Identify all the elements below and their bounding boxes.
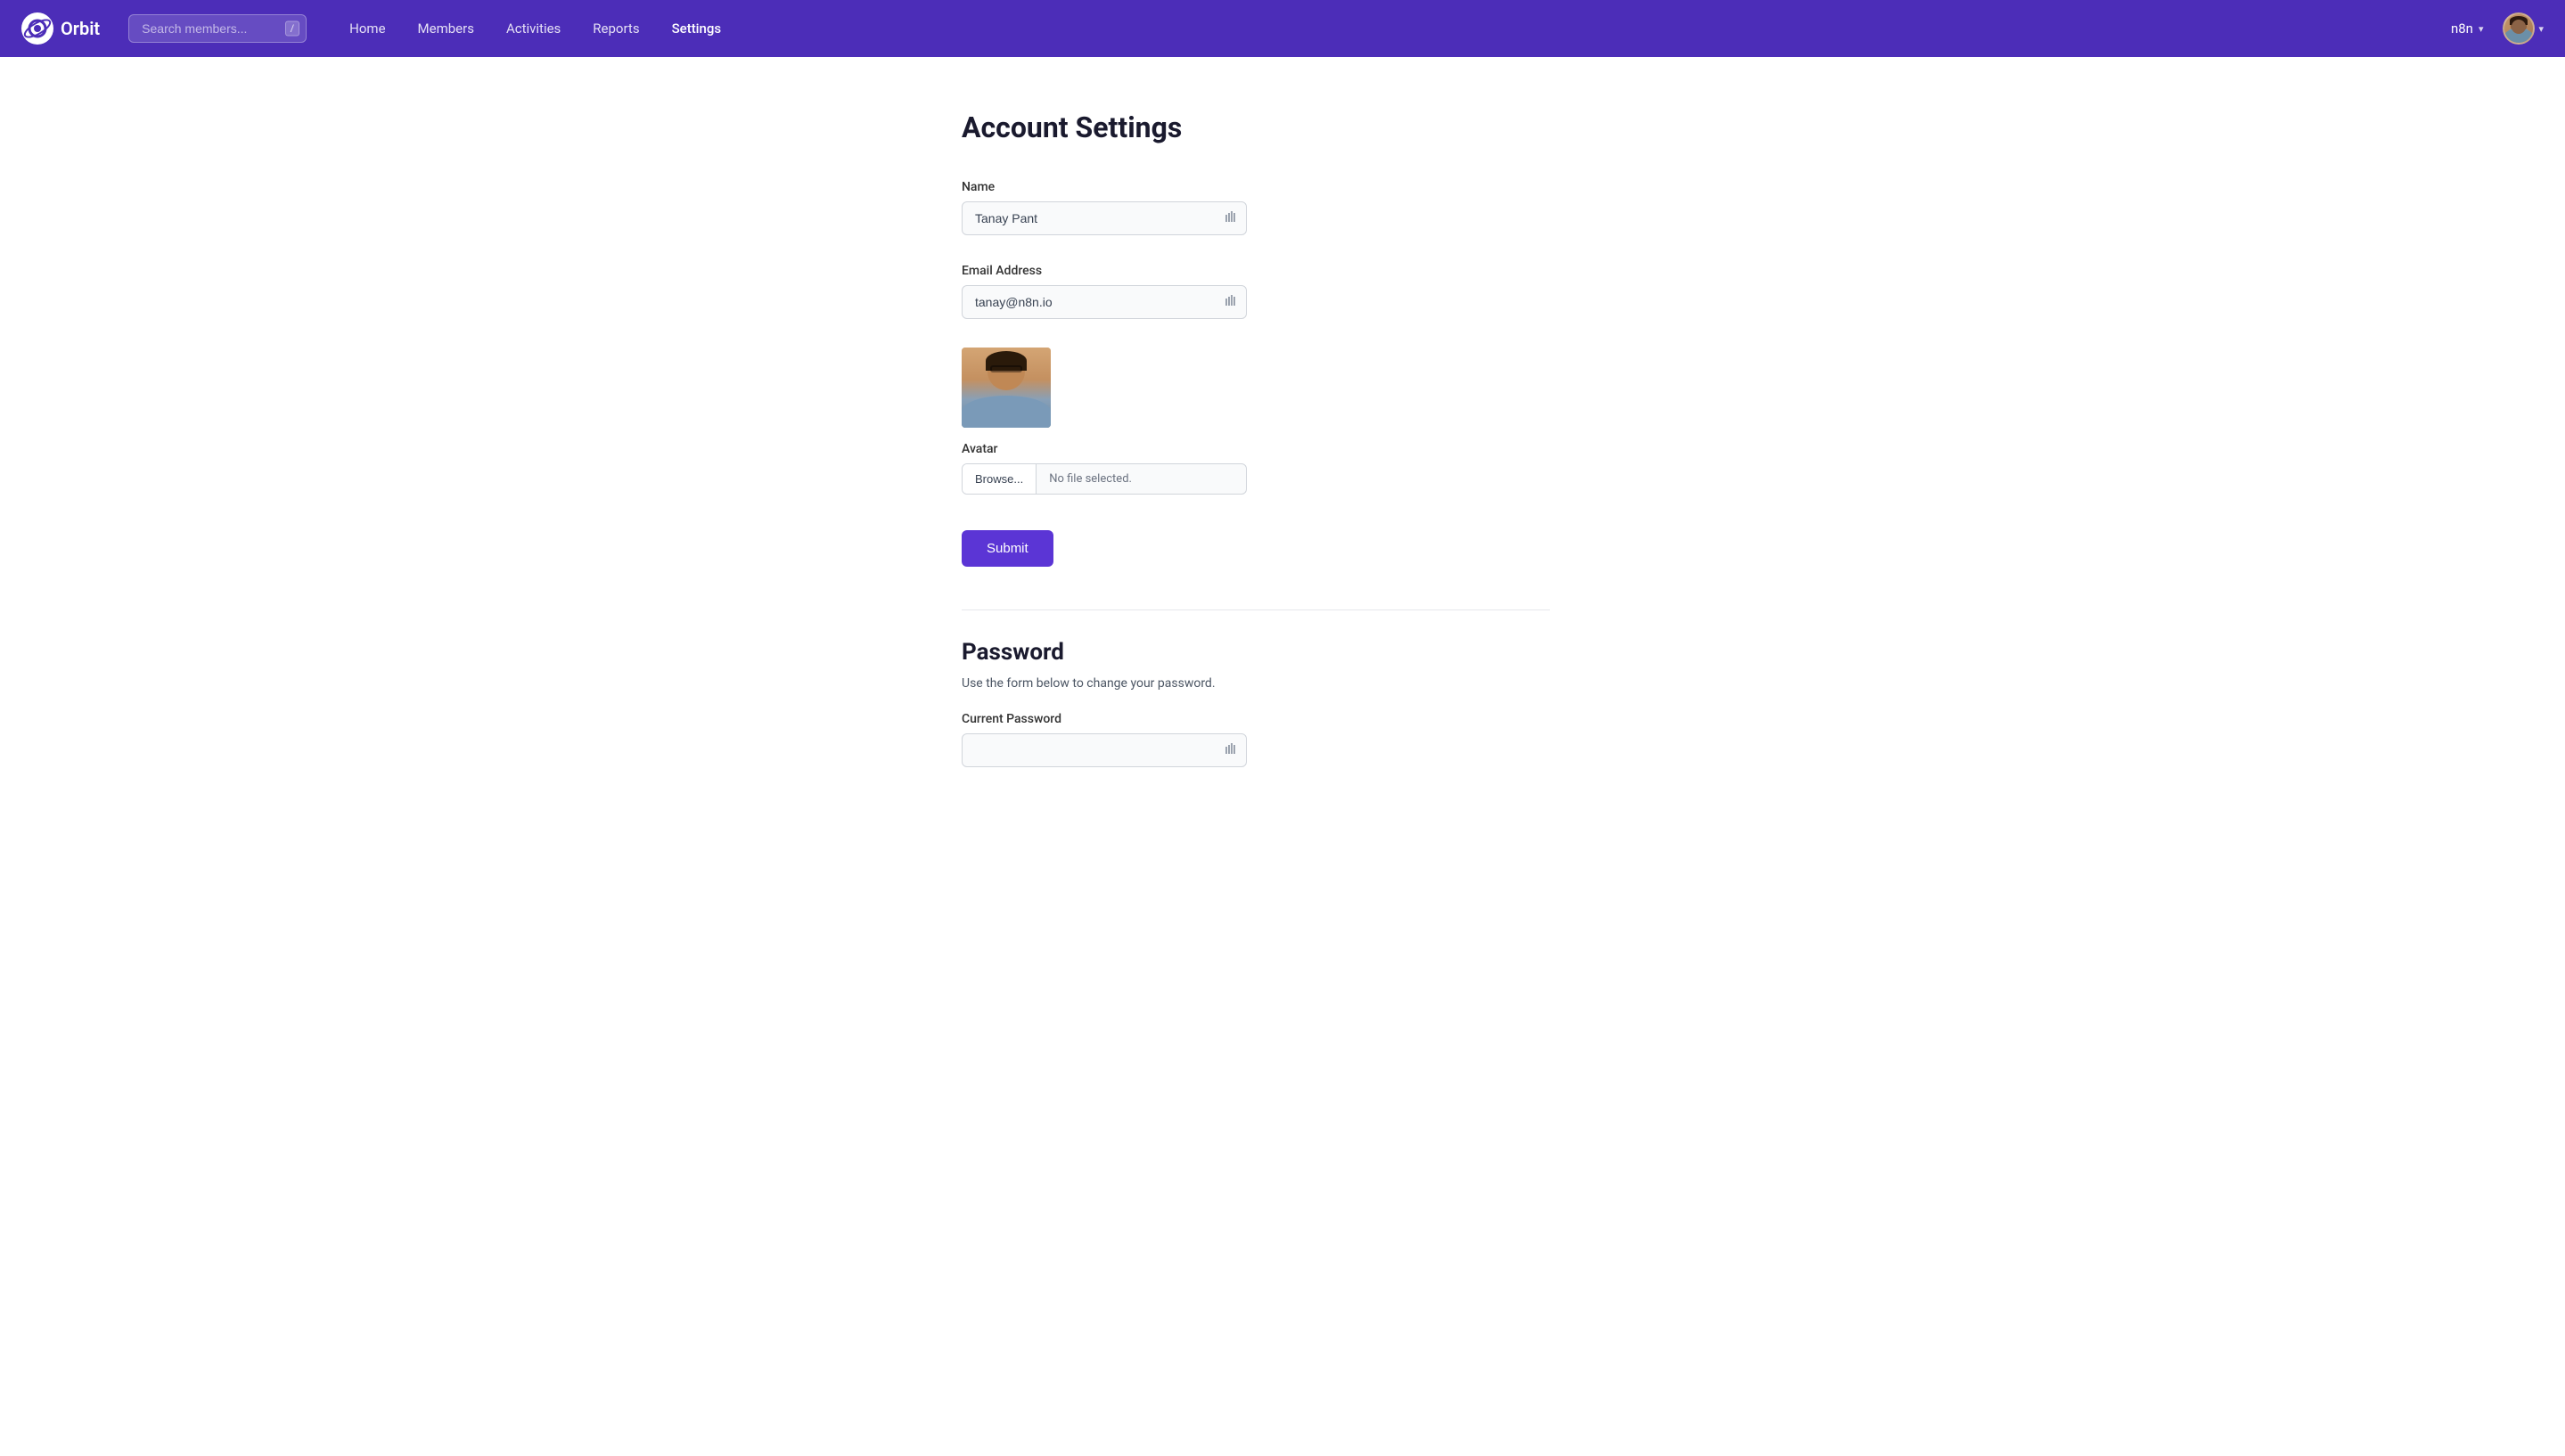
current-password-field-icon <box>1224 741 1238 759</box>
current-password-section: Current Password <box>962 712 1603 767</box>
email-input-wrapper <box>962 285 1247 319</box>
browse-button[interactable]: Browse... <box>963 464 1037 494</box>
email-section: Email Address <box>962 264 1603 319</box>
avatar-section: Avatar Browse... No file selected. <box>962 442 1603 495</box>
logo-link[interactable]: Orbit <box>21 12 100 45</box>
navbar-right: n8n ▾ ▾ <box>2442 12 2544 45</box>
search-input[interactable] <box>128 14 307 43</box>
email-input[interactable] <box>962 285 1247 319</box>
file-input-wrapper: Browse... No file selected. <box>962 463 1247 495</box>
logo-text: Orbit <box>61 18 100 39</box>
chevron-down-icon: ▾ <box>2479 23 2484 35</box>
name-section: Name <box>962 180 1603 235</box>
current-password-input[interactable] <box>962 733 1247 767</box>
submit-button[interactable]: Submit <box>962 530 1053 567</box>
name-field-icon <box>1224 209 1238 227</box>
password-description: Use the form below to change your passwo… <box>962 676 1603 691</box>
password-section: Password Use the form below to change yo… <box>962 639 1603 767</box>
nav-link-home[interactable]: Home <box>335 13 399 44</box>
avatar-preview <box>962 348 1051 428</box>
email-label: Email Address <box>962 264 1603 278</box>
email-field-icon <box>1224 293 1238 311</box>
search-shortcut-icon: / <box>285 21 300 37</box>
orbit-logo-icon <box>21 12 53 45</box>
nav-link-members[interactable]: Members <box>404 13 488 44</box>
name-input-wrapper <box>962 201 1247 235</box>
current-password-input-wrapper <box>962 733 1247 767</box>
main-content: Account Settings Name Email Address <box>926 57 1639 849</box>
user-avatar-container[interactable]: ▾ <box>2503 12 2544 45</box>
nav-link-activities[interactable]: Activities <box>492 13 575 44</box>
nav-links: Home Members Activities Reports Settings <box>335 13 2413 44</box>
name-label: Name <box>962 180 1603 194</box>
search-container: / <box>128 14 307 43</box>
current-password-label: Current Password <box>962 712 1603 726</box>
user-avatar <box>2503 12 2535 45</box>
page-title: Account Settings <box>962 110 1603 144</box>
file-name-display: No file selected. <box>1037 464 1246 494</box>
section-divider <box>962 609 1550 610</box>
workspace-selector[interactable]: n8n ▾ <box>2442 15 2493 42</box>
navbar: Orbit / Home Members Activities Reports … <box>0 0 2565 57</box>
workspace-name: n8n <box>2451 20 2473 37</box>
password-title: Password <box>962 639 1603 666</box>
nav-link-settings[interactable]: Settings <box>658 13 736 44</box>
avatar-chevron-icon: ▾ <box>2538 23 2544 35</box>
nav-link-reports[interactable]: Reports <box>578 13 653 44</box>
avatar-label: Avatar <box>962 442 1603 456</box>
name-input[interactable] <box>962 201 1247 235</box>
